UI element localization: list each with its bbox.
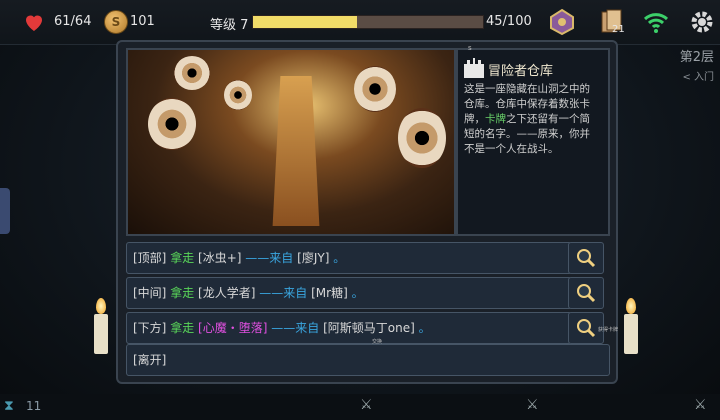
xp-value: 45/100 (486, 14, 532, 29)
gold-value: 101 (130, 14, 155, 29)
inspect-top-button[interactable] (568, 242, 604, 274)
eye-decoration (354, 66, 396, 112)
xp-bar-fill (253, 16, 357, 28)
left-expand-tab[interactable] (0, 188, 10, 234)
option-middle[interactable]: [中间] 拿走 [龙人学者] ——来自 [Mr糖] 。 (126, 277, 572, 309)
floor-label: 第2层 (679, 50, 714, 65)
magnifier-icon (577, 319, 596, 338)
flame-icon (96, 298, 106, 314)
magnifier-icon (577, 284, 596, 303)
inspect-middle-button[interactable] (568, 277, 604, 309)
wifi-icon (643, 13, 669, 33)
location-description-panel: s 冒险者仓库 这是一座隐藏在山洞之中的仓库。仓库中保存着数张卡牌，卡牌之下还留… (456, 44, 610, 236)
option-top[interactable]: [顶部] 拿走 [冰虫+] ——来自 [廖JY] 。 (126, 242, 572, 274)
bottom-bar: ⧗ 11 ⚔ ⚔ ⚔ (0, 394, 720, 420)
event-illustration (126, 48, 456, 236)
relic-bag-icon[interactable] (548, 8, 576, 36)
hp-value: 61/64 (54, 14, 92, 29)
tiny-label-get-card: 获得卡牌 (598, 327, 619, 333)
gold-coin-icon: S (104, 10, 128, 34)
leave-option[interactable]: [离开] (126, 344, 610, 376)
crossed-swords-icon: ⚔ (360, 397, 373, 413)
deck-count: 21 (612, 24, 625, 35)
flame-icon (626, 298, 636, 314)
gear-icon[interactable] (688, 8, 716, 36)
top-mark: s (468, 44, 472, 52)
castle-icon (464, 58, 484, 78)
location-title: 冒险者仓库 (488, 64, 554, 79)
candle-right (624, 314, 638, 354)
crossed-swords-icon: ⚔ (526, 397, 539, 413)
location-description: 这是一座隐藏在山洞之中的仓库。仓库中保存着数张卡牌，卡牌之下还留有一个简短的名字… (464, 83, 590, 155)
xp-bar (252, 15, 484, 29)
option-bottom[interactable]: [下方] 拿走 [心魔・堕落] ——来自 [阿斯顿马丁one] 。 (126, 312, 572, 344)
turn-count: 11 (26, 399, 42, 413)
tower-image (272, 76, 320, 226)
level-label: 等级 7 (210, 18, 249, 33)
magnifier-icon (577, 249, 596, 268)
candle-left (94, 314, 108, 354)
entry-label[interactable]: < 入门 (682, 68, 714, 83)
eye-decoration (398, 108, 446, 168)
hourglass-icon: ⧗ (4, 398, 14, 414)
eye-decoration (224, 80, 252, 110)
top-hud: 61/64 S 101 等级 7 45/100 21 (0, 0, 720, 45)
crossed-swords-icon: ⚔ (694, 397, 707, 413)
eye-decoration (174, 56, 210, 90)
eye-decoration (148, 98, 196, 150)
heart-icon (26, 15, 42, 31)
